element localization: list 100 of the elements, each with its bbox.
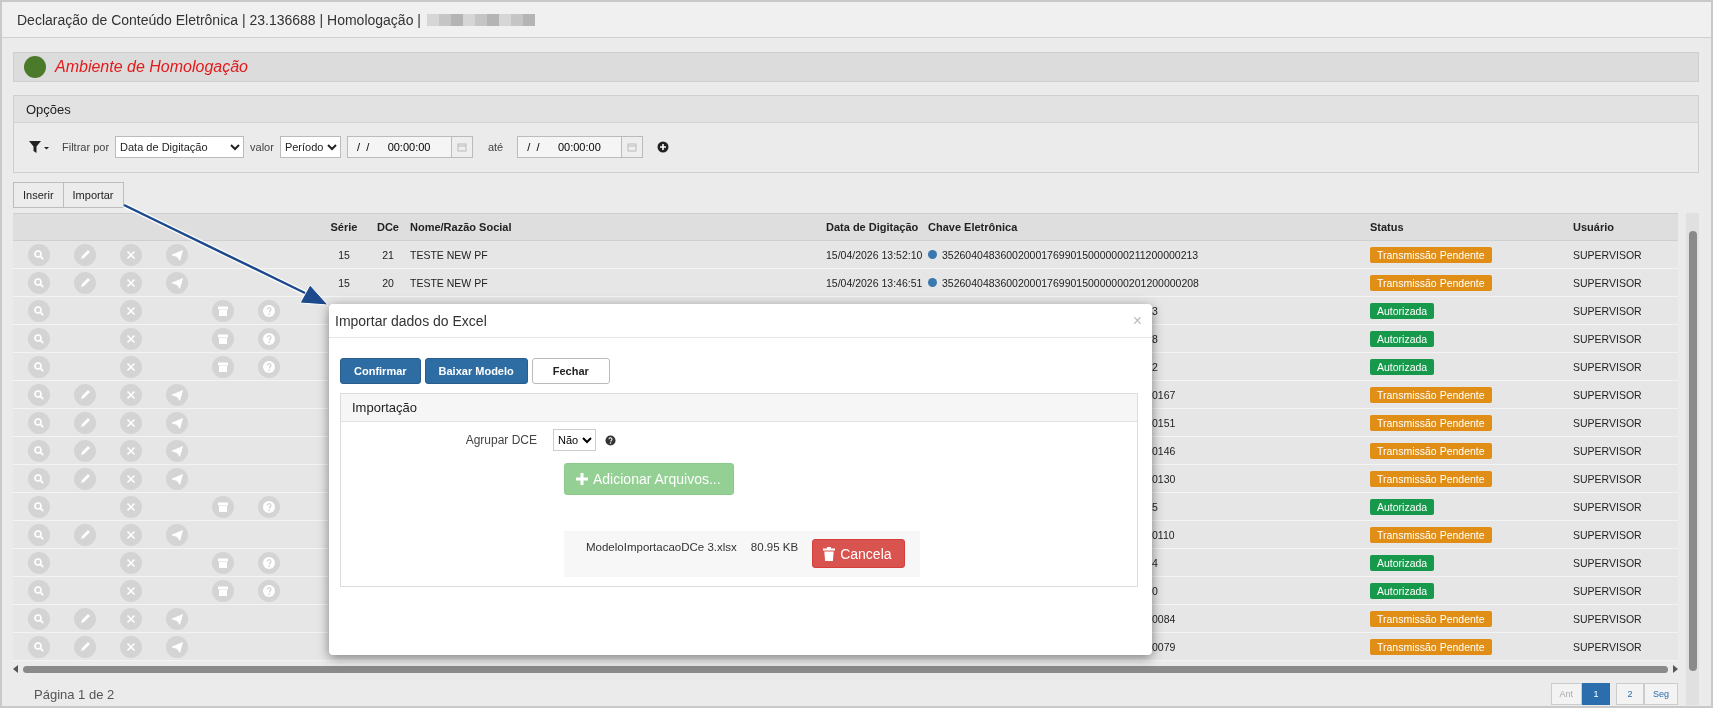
scroll-right-icon[interactable]	[1672, 665, 1679, 673]
add-filter-icon[interactable]	[657, 141, 670, 153]
table-cell: 15/04/2026 13:52:10	[826, 248, 923, 261]
trash-icon	[823, 546, 836, 561]
search-icon[interactable]	[28, 439, 50, 462]
paper-plane-icon[interactable]	[166, 607, 188, 630]
table-cell-text: 8	[1151, 332, 1158, 345]
pencil-icon[interactable]	[74, 383, 96, 406]
page-button[interactable]: 1	[1582, 683, 1610, 705]
search-icon[interactable]	[28, 467, 50, 490]
vertical-scrollbar[interactable]	[1686, 213, 1699, 705]
table-cell: SUPERVISOR	[1573, 612, 1642, 625]
search-icon[interactable]	[28, 299, 50, 322]
mode-select[interactable]: Período	[279, 136, 341, 158]
column-header[interactable]: Série	[318, 221, 370, 233]
toolbar-button[interactable]: Importar	[63, 182, 124, 208]
x-circle-icon[interactable]	[120, 439, 142, 462]
search-icon[interactable]	[28, 271, 50, 294]
pencil-icon[interactable]	[74, 243, 96, 266]
archive-box-icon[interactable]	[212, 551, 234, 574]
column-header[interactable]: Status	[1365, 221, 1565, 233]
scroll-left-icon[interactable]	[13, 665, 19, 673]
paper-plane-icon[interactable]	[166, 635, 188, 658]
column-header[interactable]: Chave Eletrônica	[928, 221, 1365, 233]
group-select[interactable]: Não	[553, 429, 596, 451]
pencil-icon[interactable]	[74, 271, 96, 294]
calendar-icon	[456, 142, 467, 152]
x-circle-icon[interactable]	[120, 495, 142, 518]
date-field[interactable]: / / 00:00:00	[517, 136, 623, 158]
search-icon[interactable]	[28, 327, 50, 350]
archive-box-icon[interactable]	[212, 299, 234, 322]
archive-box-icon[interactable]	[212, 355, 234, 378]
x-circle-icon[interactable]	[120, 635, 142, 658]
x-circle-icon[interactable]	[120, 579, 142, 602]
date-field[interactable]: / / 00:00:00	[346, 136, 452, 158]
table-cell: SUPERVISOR	[1573, 556, 1642, 569]
table-cell: 21	[382, 248, 394, 261]
cancel-button[interactable]: Cancela	[812, 539, 905, 568]
paper-plane-icon[interactable]	[166, 467, 188, 490]
search-icon[interactable]	[28, 551, 50, 574]
page-button[interactable]: Seg	[1644, 683, 1679, 705]
calendar-button[interactable]	[622, 136, 644, 158]
table-cell: SUPERVISOR	[1573, 640, 1642, 653]
table-cell: SUPERVISOR	[1573, 248, 1642, 261]
table-cell-text: 0084	[1151, 612, 1176, 625]
filter-select[interactable]: Data de Digitação	[115, 136, 245, 158]
x-circle-icon[interactable]	[120, 467, 142, 490]
paper-plane-icon[interactable]	[166, 411, 188, 434]
pencil-icon[interactable]	[74, 439, 96, 462]
search-icon[interactable]	[28, 635, 50, 658]
calendar-button[interactable]	[451, 136, 473, 158]
x-circle-icon[interactable]	[120, 607, 142, 630]
pencil-icon[interactable]	[74, 467, 96, 490]
archive-box-icon[interactable]	[212, 327, 234, 350]
search-icon[interactable]	[28, 411, 50, 434]
x-circle-icon[interactable]	[120, 243, 142, 266]
dialog-button[interactable]: Confirmar	[340, 358, 421, 384]
search-icon[interactable]	[28, 579, 50, 602]
x-circle-icon[interactable]	[120, 551, 142, 574]
paper-plane-icon[interactable]	[166, 271, 188, 294]
x-circle-icon[interactable]	[120, 355, 142, 378]
search-icon[interactable]	[28, 523, 50, 546]
x-circle-icon[interactable]	[120, 271, 142, 294]
filter-icon[interactable]	[28, 139, 50, 155]
search-icon[interactable]	[28, 607, 50, 630]
column-header[interactable]: Usuário	[1565, 221, 1679, 233]
toolbar-button[interactable]: Inserir	[13, 182, 64, 208]
column-header[interactable]: DCe	[370, 221, 406, 233]
x-circle-icon[interactable]	[120, 411, 142, 434]
pencil-icon[interactable]	[74, 523, 96, 546]
x-circle-icon[interactable]	[120, 383, 142, 406]
help-icon[interactable]	[605, 434, 616, 446]
table-cell: SUPERVISOR	[1573, 472, 1642, 485]
paper-plane-icon[interactable]	[166, 243, 188, 266]
search-icon[interactable]	[28, 383, 50, 406]
status-badge: Transmissão Pendente	[1370, 442, 1492, 459]
page-button[interactable]: 2	[1616, 683, 1644, 705]
pencil-icon[interactable]	[74, 607, 96, 630]
pencil-icon[interactable]	[74, 635, 96, 658]
dialog-button[interactable]: Fechar	[531, 358, 610, 384]
column-header[interactable]: Nome/Razão Social	[406, 221, 826, 233]
x-circle-icon[interactable]	[120, 299, 142, 322]
paper-plane-icon[interactable]	[166, 439, 188, 462]
column-header[interactable]: Data de Digitação	[826, 221, 928, 233]
dialog-button[interactable]: Baixar Modelo	[424, 358, 528, 384]
archive-box-icon[interactable]	[212, 495, 234, 518]
archive-box-icon[interactable]	[212, 579, 234, 602]
status-dot-icon	[928, 250, 937, 259]
search-icon[interactable]	[28, 355, 50, 378]
x-circle-icon[interactable]	[120, 523, 142, 546]
paper-plane-icon[interactable]	[166, 383, 188, 406]
file-size: 80.95 KB	[750, 541, 799, 553]
x-circle-icon[interactable]	[120, 327, 142, 350]
table-cell: SUPERVISOR	[1573, 416, 1642, 429]
pencil-icon[interactable]	[74, 411, 96, 434]
table-cell: 15	[338, 276, 350, 289]
horizontal-scrollbar[interactable]	[13, 662, 1679, 676]
search-icon[interactable]	[28, 495, 50, 518]
paper-plane-icon[interactable]	[166, 523, 188, 546]
search-icon[interactable]	[28, 243, 50, 266]
